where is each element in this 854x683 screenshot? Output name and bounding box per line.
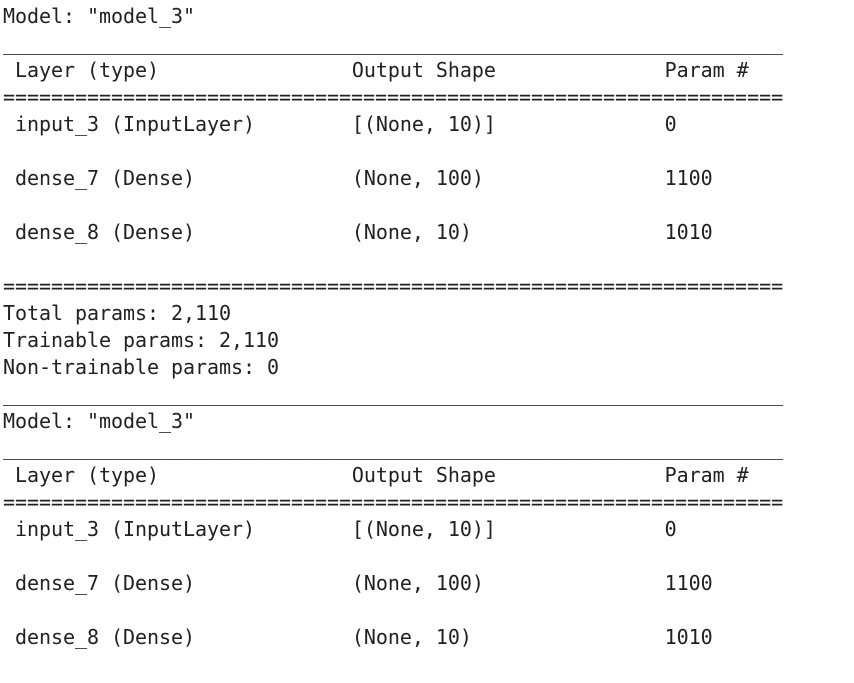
param-count: 1010 <box>664 220 713 244</box>
separator: ========================================… <box>3 274 784 298</box>
params-text: Trainable params: 2,110 <box>3 328 280 352</box>
model-title-text: Model: "model_3" <box>3 409 196 433</box>
layer-name: dense_7 (Dense) <box>15 166 196 190</box>
layer-name: dense_8 (Dense) <box>15 625 196 649</box>
separator: ________________________________________… <box>3 382 784 406</box>
output-shape: (None, 100) <box>351 571 484 595</box>
separator: ________________________________________… <box>3 31 784 55</box>
column-header: Layer (type) <box>15 58 160 82</box>
param-count: 1100 <box>664 571 713 595</box>
output-shape: [(None, 10)] <box>351 517 496 541</box>
column-header: Layer (type) <box>15 463 160 487</box>
param-count: 0 <box>664 517 677 541</box>
params-text: Total params: 2,110 <box>3 301 232 325</box>
separator: ________________________________________… <box>3 436 784 460</box>
param-count: 1100 <box>664 166 713 190</box>
column-header: Output Shape <box>351 463 496 487</box>
output-shape: (None, 10) <box>351 625 472 649</box>
column-header: Param # <box>664 463 749 487</box>
params-text: Non-trainable params: 0 <box>3 355 280 379</box>
column-header: Param # <box>664 58 749 82</box>
param-count: 1010 <box>664 625 713 649</box>
separator: ========================================… <box>3 85 784 109</box>
column-header: Output Shape <box>351 58 496 82</box>
output-shape: (None, 10) <box>351 220 472 244</box>
layer-name: input_3 (InputLayer) <box>15 112 256 136</box>
separator: ========================================… <box>3 490 784 514</box>
output-shape: (None, 100) <box>351 166 484 190</box>
param-count: 0 <box>664 112 677 136</box>
layer-name: dense_8 (Dense) <box>15 220 196 244</box>
layer-name: input_3 (InputLayer) <box>15 517 256 541</box>
layer-name: dense_7 (Dense) <box>15 571 196 595</box>
output-shape: [(None, 10)] <box>351 112 496 136</box>
model-title-text: Model: "model_3" <box>3 4 196 28</box>
